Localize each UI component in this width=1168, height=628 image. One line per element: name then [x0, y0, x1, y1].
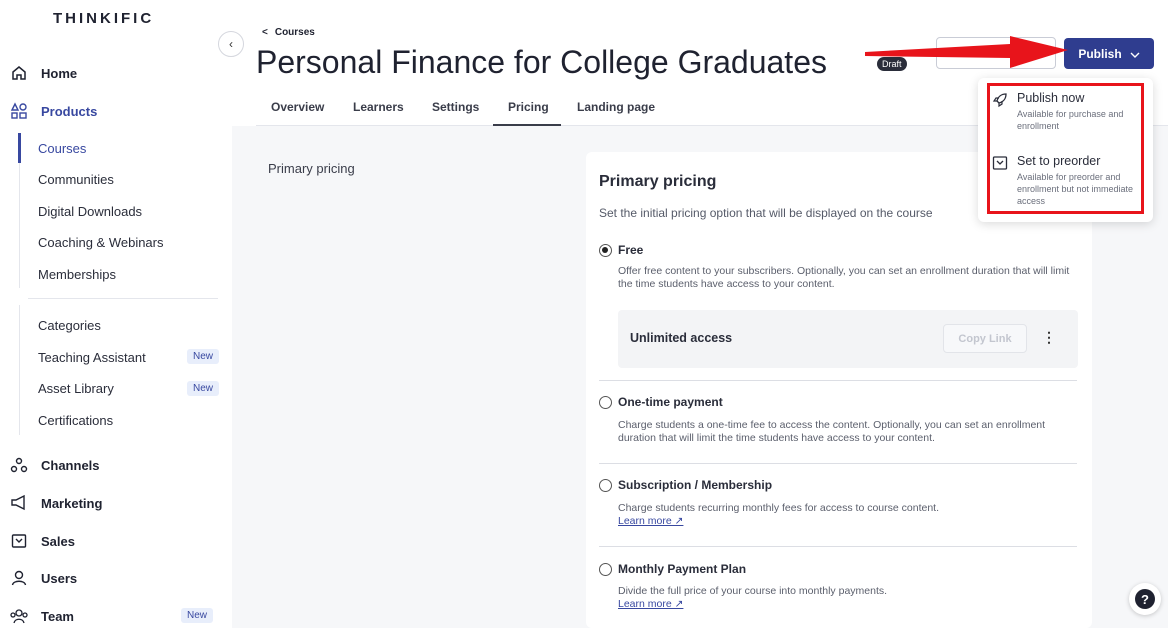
tab-settings[interactable]: Settings: [432, 100, 479, 114]
chevron-left-icon: ‹: [229, 37, 233, 51]
divider: [599, 380, 1077, 381]
help-button[interactable]: ?: [1129, 583, 1161, 615]
new-badge: New: [181, 608, 214, 623]
products-icon: [10, 102, 28, 120]
section-label: Primary pricing: [268, 161, 355, 176]
sidebar-item-memberships[interactable]: Memberships: [38, 267, 116, 282]
option-title: Monthly Payment Plan: [618, 562, 747, 576]
sidebar-item-label: Home: [41, 65, 78, 81]
card-subtitle: Set the initial pricing option that will…: [599, 206, 933, 220]
collapse-sidebar-button[interactable]: ‹: [218, 31, 244, 57]
option-title: Free: [618, 243, 644, 257]
help-icon: ?: [1135, 589, 1155, 609]
home-icon: [10, 64, 28, 82]
radio-button[interactable]: [599, 563, 612, 576]
card-title: Primary pricing: [599, 173, 717, 190]
active-indicator: [18, 133, 21, 163]
sidebar-item-label: Marketing: [41, 495, 103, 511]
highlight-box: [987, 83, 1144, 214]
sidebar-item-asset-library[interactable]: Asset Library: [38, 381, 114, 396]
sidebar-item-categories[interactable]: Categories: [38, 318, 101, 333]
divider: [599, 546, 1077, 547]
tab-learners[interactable]: Learners: [353, 100, 404, 114]
option-description: Charge students a one-time fee to access…: [618, 419, 1046, 444]
radio-button[interactable]: [599, 396, 612, 409]
megaphone-icon: [10, 494, 28, 512]
breadcrumb[interactable]: < Courses: [262, 27, 315, 38]
annotation-arrow-icon: [865, 36, 1068, 68]
subnav-line: [19, 305, 20, 435]
divider: [28, 298, 218, 299]
breadcrumb-courses[interactable]: Courses: [275, 27, 315, 38]
option-description: Divide the full price of your course int…: [618, 585, 888, 597]
chevron-left-icon: <: [262, 27, 268, 38]
copy-link-button[interactable]: Copy Link: [943, 324, 1027, 353]
pricing-card: Primary pricing Set the initial pricing …: [586, 152, 1092, 628]
channels-icon: [10, 456, 28, 474]
option-title: Subscription / Membership: [618, 478, 773, 492]
tab-landing-page[interactable]: Landing page: [577, 100, 655, 114]
sidebar-item-label: Channels: [41, 457, 100, 473]
active-tab-indicator: [493, 124, 561, 126]
subnav-line: [19, 163, 20, 288]
new-badge: New: [187, 381, 220, 396]
unlimited-access-panel: Unlimited access Copy Link ⋮: [618, 310, 1078, 368]
sidebar-item-label: Products: [41, 103, 98, 119]
radio-button[interactable]: [599, 244, 612, 257]
option-title: One-time payment: [618, 395, 723, 409]
tab-pricing[interactable]: Pricing: [508, 100, 549, 114]
sidebar: THINKIFIC Home Products Courses Communit…: [0, 0, 232, 628]
sidebar-item-teaching-assistant[interactable]: Teaching Assistant: [38, 350, 146, 365]
tab-overview[interactable]: Overview: [271, 100, 324, 114]
option-description: Charge students recurring monthly fees f…: [618, 502, 939, 514]
sidebar-item-label: Users: [41, 570, 78, 586]
sales-icon: [10, 532, 28, 550]
sidebar-item-courses[interactable]: Courses: [38, 141, 86, 156]
sidebar-item-digital-downloads[interactable]: Digital Downloads: [38, 204, 142, 219]
brand-logo[interactable]: THINKIFIC: [53, 10, 154, 27]
learn-more-link[interactable]: Learn more ↗: [618, 515, 683, 527]
page-title: Personal Finance for College Graduates: [256, 44, 827, 80]
new-badge: New: [187, 349, 220, 364]
sidebar-item-communities[interactable]: Communities: [38, 172, 114, 187]
radio-button[interactable]: [599, 479, 612, 492]
sidebar-item-certifications[interactable]: Certifications: [38, 413, 113, 428]
option-description: Offer free content to your subscribers. …: [618, 265, 1070, 290]
team-icon: [10, 607, 28, 625]
more-options-icon[interactable]: ⋮: [1042, 329, 1056, 346]
user-icon: [10, 569, 28, 587]
chevron-down-icon: [1130, 47, 1140, 61]
learn-more-link[interactable]: Learn more ↗: [618, 598, 683, 610]
sidebar-item-label: Team: [41, 608, 74, 624]
sidebar-item-label: Sales: [41, 533, 75, 549]
sidebar-item-coaching-webinars[interactable]: Coaching & Webinars: [38, 235, 164, 250]
publish-label: Publish: [1078, 46, 1122, 61]
divider: [599, 463, 1077, 464]
unlimited-access-label: Unlimited access: [630, 331, 733, 345]
